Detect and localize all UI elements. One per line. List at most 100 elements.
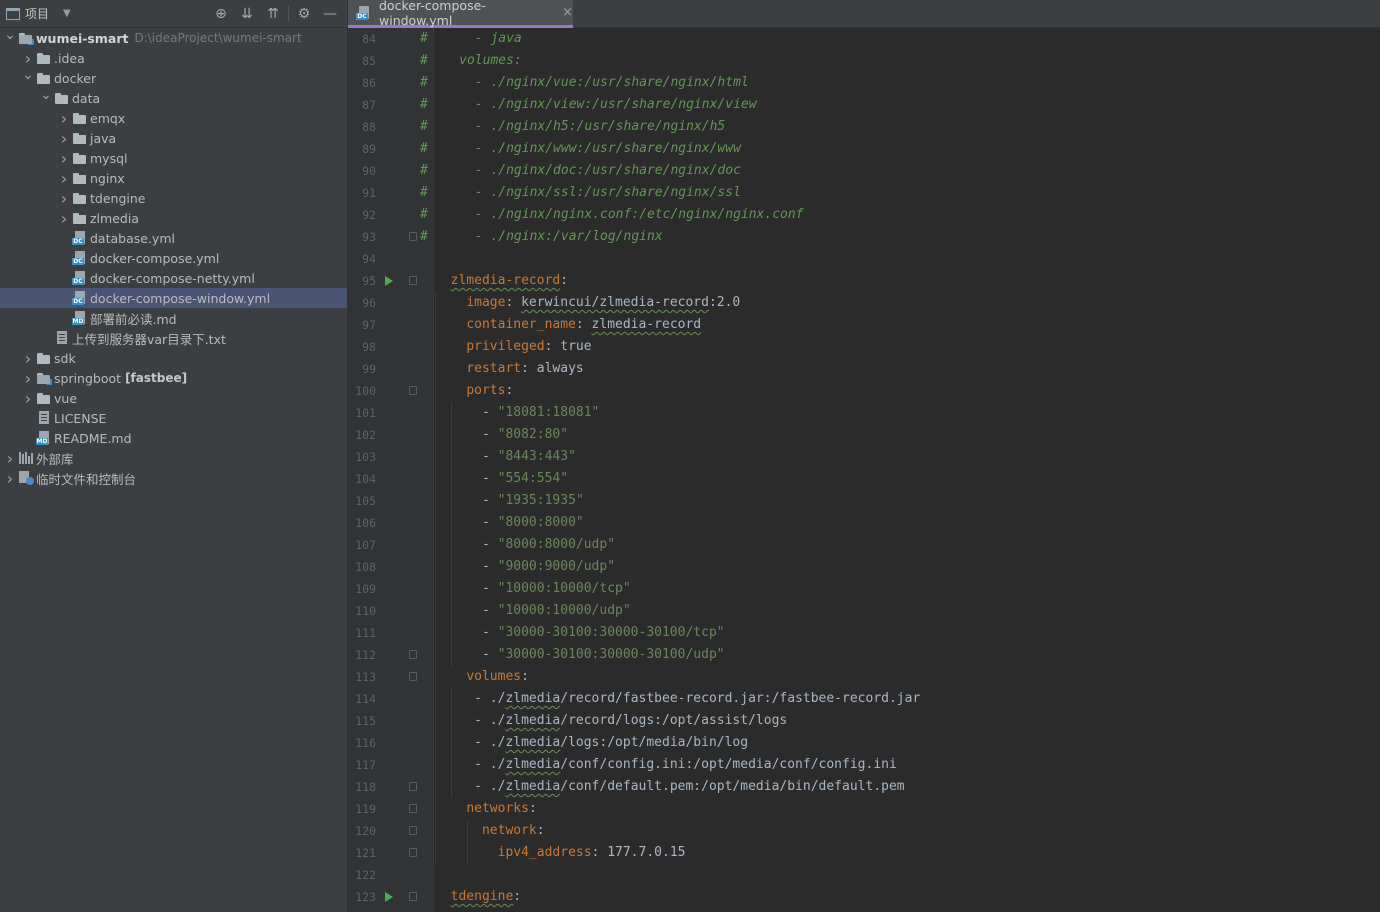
- colon: :: [528, 801, 537, 816]
- line-number: 121: [355, 846, 376, 860]
- fold-marker-icon[interactable]: [409, 804, 417, 813]
- fold-marker-icon[interactable]: [409, 782, 417, 791]
- chevron-right-icon[interactable]: ›: [20, 389, 36, 408]
- run-service-icon[interactable]: [385, 276, 393, 286]
- fold-marker-icon[interactable]: [409, 848, 417, 857]
- tree-item-label: docker-compose-window.yml: [90, 290, 271, 306]
- chevron-right-icon[interactable]: ›: [20, 49, 36, 68]
- comment-text: - ./nginx/view:/usr/share/nginx/view: [427, 97, 757, 112]
- tree-item-docker-compose-yml[interactable]: ›DCdocker-compose.yml: [0, 248, 347, 268]
- tree-item-emqx[interactable]: › emqx: [0, 108, 347, 128]
- tree-item-docker-compose-netty-yml[interactable]: ›DCdocker-compose-netty.yml: [0, 268, 347, 288]
- fold-marker-icon[interactable]: [409, 650, 417, 659]
- chevron-right-icon[interactable]: ›: [56, 189, 72, 208]
- tree-item-docker-compose-window-yml[interactable]: ›DCdocker-compose-window.yml: [0, 288, 347, 308]
- line-number: 105: [355, 494, 376, 508]
- yml-file-icon: DC: [72, 251, 88, 265]
- folder-icon: [36, 71, 52, 85]
- list-dash: -: [435, 493, 498, 508]
- indent-guide: [435, 292, 436, 864]
- yml-file-icon: DC: [72, 291, 88, 305]
- chevron-right-icon[interactable]: ›: [56, 209, 72, 228]
- yaml-value: /record/fastbee-record.jar:/fastbee-reco…: [560, 691, 921, 706]
- close-icon[interactable]: ×: [562, 5, 573, 20]
- chevron-right-icon[interactable]: ›: [20, 349, 36, 368]
- tree-item-label: zlmedia: [90, 210, 139, 226]
- colon: :: [536, 823, 545, 838]
- tree-item-label: 上传到服务器var目录下.txt: [72, 331, 226, 347]
- collapse-all-icon[interactable]: ⇈: [260, 3, 286, 25]
- tree-item-sdk[interactable]: › sdk: [0, 348, 347, 368]
- code-line: - "30000-30100:30000-30100/tcp": [435, 622, 725, 644]
- tree-item-wumei-smart[interactable]: ⌄ wumei-smart D:\ideaProject\wumei-smart: [0, 27, 347, 48]
- folder-icon: [72, 171, 88, 185]
- yaml-key: image: [466, 295, 506, 310]
- fold-marker-icon[interactable]: [409, 386, 417, 395]
- code-line: - "8443:443": [435, 446, 576, 468]
- line-number: 116: [355, 736, 376, 750]
- hide-panel-icon[interactable]: —: [317, 3, 343, 25]
- list-dash: -: [435, 471, 498, 486]
- tree-item-上传到服务器var目录下-txt[interactable]: ›上传到服务器var目录下.txt: [0, 328, 347, 348]
- tree-item-label: tdengine: [90, 190, 146, 206]
- chevron-down-icon[interactable]: ⌄: [38, 87, 54, 103]
- code-line: image: kerwincui/zlmedia-record:2.0: [435, 292, 740, 314]
- locate-file-icon[interactable]: ⊕: [208, 3, 234, 25]
- gear-icon[interactable]: ⚙: [291, 3, 317, 25]
- chevron-right-icon[interactable]: ›: [56, 109, 72, 128]
- tree-item-临时文件和控制台[interactable]: › 临时文件和控制台: [0, 468, 347, 488]
- tree-item-data[interactable]: ⌄ data: [0, 87, 347, 108]
- chevron-right-icon[interactable]: ›: [2, 449, 18, 468]
- chevron-right-icon[interactable]: ›: [56, 149, 72, 168]
- code-area[interactable]: # - java # volumes: # - ./nginx/vue:/usr/s…: [420, 28, 1380, 912]
- fold-marker-icon[interactable]: [409, 892, 417, 901]
- tree-item-vue[interactable]: › vue: [0, 388, 347, 408]
- fold-marker-icon[interactable]: [409, 826, 417, 835]
- chevron-down-icon[interactable]: ⌄: [2, 27, 18, 43]
- colon: :: [560, 273, 569, 288]
- code-line: tdengine:: [435, 886, 521, 908]
- tree-item-java[interactable]: › java: [0, 128, 347, 148]
- comment-marker: #: [420, 207, 428, 222]
- tree-item-readme-md[interactable]: ›MDREADME.md: [0, 428, 347, 448]
- fold-marker-icon[interactable]: [409, 276, 417, 285]
- tree-item-mysql[interactable]: › mysql: [0, 148, 347, 168]
- fold-marker-icon[interactable]: [409, 672, 417, 681]
- tree-item-license[interactable]: ›LICENSE: [0, 408, 347, 428]
- yaml-value: /conf/config.ini:/opt/media/conf/config.…: [560, 757, 897, 772]
- line-number: 110: [355, 604, 376, 618]
- tree-item--idea[interactable]: › .idea: [0, 48, 347, 68]
- tree-item-nginx[interactable]: › nginx: [0, 168, 347, 188]
- project-path-hint: D:\ideaProject\wumei-smart: [134, 31, 302, 45]
- tree-item-springboot[interactable]: › springboot [fastbee]: [0, 368, 347, 388]
- view-selector-chevron-down-icon[interactable]: ▼: [63, 8, 71, 19]
- tree-item-docker[interactable]: ⌄ docker: [0, 67, 347, 88]
- module-name-badge: [fastbee]: [125, 371, 188, 385]
- tree-item-tdengine[interactable]: › tdengine: [0, 188, 347, 208]
- fold-marker-icon[interactable]: [409, 232, 417, 241]
- chevron-down-icon[interactable]: ⌄: [20, 67, 36, 83]
- tree-item-label: 外部库: [36, 451, 74, 467]
- tree-item-部署前必读-md[interactable]: ›MD部署前必读.md: [0, 308, 347, 328]
- line-number: 101: [355, 406, 376, 420]
- chevron-right-icon[interactable]: ›: [20, 369, 36, 388]
- tree-item-database-yml[interactable]: ›DCdatabase.yml: [0, 228, 347, 248]
- tree-item-外部库[interactable]: › 外部库: [0, 448, 347, 468]
- chevron-right-icon[interactable]: ›: [2, 469, 18, 488]
- yaml-key: volumes: [466, 669, 522, 684]
- module-folder-icon: [18, 31, 34, 45]
- tree-item-label: nginx: [90, 170, 125, 186]
- code-line: # - java: [420, 28, 522, 50]
- chevron-right-icon[interactable]: ›: [56, 129, 72, 148]
- expand-all-icon[interactable]: ⇊: [234, 3, 260, 25]
- project-panel-title[interactable]: 项目: [25, 5, 49, 22]
- list-dash: -: [435, 713, 490, 728]
- tree-item-zlmedia[interactable]: › zlmedia: [0, 208, 347, 228]
- line-number: 97: [362, 318, 376, 332]
- tab-docker-compose-window[interactable]: DC docker-compose-window.yml ×: [348, 0, 573, 28]
- chevron-right-icon[interactable]: ›: [56, 169, 72, 188]
- run-service-icon[interactable]: [385, 892, 393, 902]
